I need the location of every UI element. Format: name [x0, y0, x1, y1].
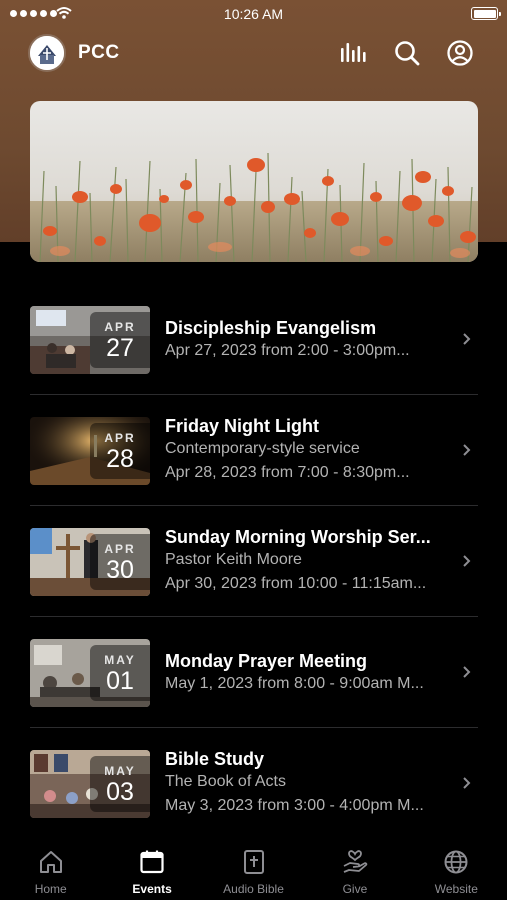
event-title: Discipleship Evangelism	[165, 318, 377, 338]
tab-website[interactable]: Website	[406, 838, 507, 900]
tab-home[interactable]: Home	[0, 838, 101, 900]
chevron-right-icon	[463, 333, 471, 345]
give-hand-icon	[341, 848, 369, 876]
event-row[interactable]: APR 30 Sunday Morning Worship Ser... Pas…	[30, 506, 478, 617]
home-icon	[37, 848, 65, 876]
globe-icon	[442, 848, 470, 876]
event-thumbnail: APR 27	[30, 306, 150, 374]
hero-banner-image[interactable]	[30, 101, 478, 262]
chevron-right-icon	[463, 555, 471, 567]
event-detail: Apr 28, 2023 from 7:00 - 8:30pm...	[165, 464, 410, 481]
event-thumbnail: MAY 03	[30, 750, 150, 818]
event-thumbnail: APR 30	[30, 528, 150, 596]
event-month: MAY	[104, 653, 136, 667]
tab-bar: Home Events Audio Bible Give Website	[0, 838, 507, 900]
tab-label: Home	[34, 882, 67, 896]
event-subtitle: Contemporary-style service	[165, 440, 360, 457]
tab-label: Website	[434, 882, 478, 896]
search-icon[interactable]	[393, 39, 421, 67]
event-detail: May 1, 2023 from 8:00 - 9:00am M...	[165, 675, 424, 692]
chevron-right-icon	[463, 777, 471, 789]
status-bar: 10:26 AM	[0, 0, 507, 28]
account-icon[interactable]	[446, 39, 474, 67]
event-day: 30	[106, 556, 134, 584]
event-day: 03	[106, 778, 134, 806]
event-day: 01	[106, 667, 134, 695]
calendar-icon	[138, 848, 166, 876]
event-title: Bible Study	[165, 749, 265, 769]
event-detail: May 3, 2023 from 3:00 - 4:00pm M...	[165, 797, 424, 814]
status-time: 10:26 AM	[223, 6, 284, 22]
battery-icon	[471, 7, 501, 20]
event-subtitle: The Book of Acts	[165, 773, 286, 790]
app-header: PCC	[0, 30, 507, 76]
event-month: APR	[104, 320, 136, 334]
event-month: APR	[104, 431, 136, 445]
event-row[interactable]: MAY 01 Monday Prayer Meeting May 1, 2023…	[30, 617, 478, 728]
event-day: 27	[106, 334, 134, 362]
event-row[interactable]: APR 27 Discipleship Evangelism Apr 27, 2…	[30, 284, 478, 395]
event-title: Sunday Morning Worship Ser...	[165, 527, 431, 547]
app-title: PCC	[78, 42, 120, 63]
event-row[interactable]: MAY 03 Bible Study The Book of Acts May …	[30, 728, 478, 839]
event-date-badge: APR 27	[90, 312, 150, 368]
event-month: APR	[104, 542, 136, 556]
event-thumbnail: APR 28	[30, 417, 150, 485]
event-detail: Apr 27, 2023 from 2:00 - 3:00pm...	[165, 342, 410, 359]
tab-events[interactable]: Events	[101, 838, 202, 900]
tab-give[interactable]: Give	[304, 838, 405, 900]
event-detail: Apr 30, 2023 from 10:00 - 11:15am...	[165, 575, 427, 592]
event-list: APR 27 Discipleship Evangelism Apr 27, 2…	[30, 284, 478, 839]
event-month: MAY	[104, 764, 136, 778]
tab-label: Events	[132, 882, 172, 896]
bible-icon	[240, 848, 268, 876]
chevron-right-icon	[463, 444, 471, 456]
event-date-badge: MAY 01	[90, 645, 150, 701]
tab-label: Audio Bible	[223, 882, 284, 896]
event-title: Friday Night Light	[165, 416, 319, 436]
event-title: Monday Prayer Meeting	[165, 651, 368, 671]
event-date-badge: MAY 03	[90, 756, 150, 812]
event-day: 28	[106, 445, 134, 473]
event-subtitle: Pastor Keith Moore	[165, 551, 302, 568]
event-row[interactable]: APR 28 Friday Night Light Contemporary-s…	[30, 395, 478, 506]
tab-label: Give	[342, 882, 368, 896]
live-bars-icon[interactable]	[338, 39, 366, 67]
tab-audio-bible[interactable]: Audio Bible	[203, 838, 304, 900]
church-logo[interactable]	[28, 34, 66, 72]
event-date-badge: APR 28	[90, 423, 150, 479]
event-thumbnail: MAY 01	[30, 639, 150, 707]
event-date-badge: APR 30	[90, 534, 150, 590]
chevron-right-icon	[463, 666, 471, 678]
